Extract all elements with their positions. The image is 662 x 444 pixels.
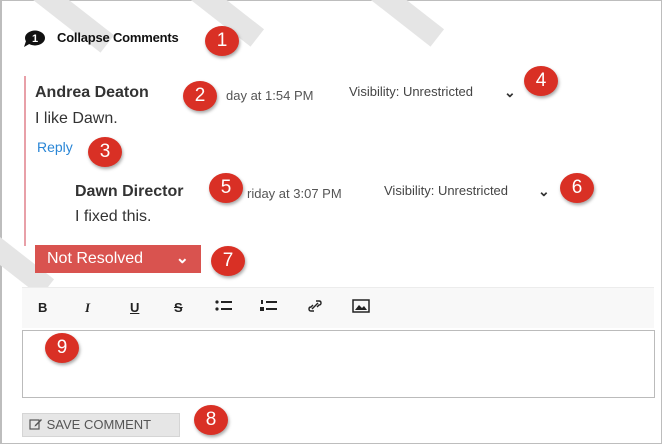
thread-line	[24, 76, 26, 246]
bulleted-list-icon[interactable]	[215, 299, 233, 316]
callout-marker: 2	[183, 81, 217, 111]
callout-marker: 3	[88, 137, 122, 167]
resolution-status-dropdown[interactable]: Not Resolved ⌄	[35, 245, 201, 273]
callout-marker: 7	[211, 246, 245, 276]
comment-author: Dawn Director	[75, 183, 184, 200]
link-icon[interactable]	[307, 298, 323, 317]
comment-timestamp: day at 1:54 PM	[226, 88, 314, 103]
image-icon[interactable]	[352, 299, 370, 316]
comment-body: I like Dawn.	[35, 110, 118, 127]
callout-marker: 6	[560, 173, 594, 203]
numbered-list-icon[interactable]	[260, 299, 278, 316]
comment-body: I fixed this.	[75, 208, 152, 225]
underline-icon[interactable]: U	[130, 300, 139, 315]
editor-toolbar: B I U S	[22, 287, 654, 328]
save-comment-label: SAVE COMMENT	[46, 417, 152, 432]
resolution-status-label: Not Resolved	[47, 250, 144, 267]
visibility-dropdown[interactable]: Visibility: Unrestricted	[384, 183, 508, 198]
italic-icon[interactable]: I	[85, 300, 90, 316]
edit-icon	[29, 419, 42, 430]
strikethrough-icon[interactable]: S	[174, 300, 183, 315]
reply-link[interactable]: Reply	[37, 139, 73, 155]
callout-marker: 8	[194, 405, 228, 435]
comment-timestamp: riday at 3:07 PM	[247, 186, 342, 201]
svg-text:1: 1	[32, 33, 38, 45]
callout-marker: 9	[45, 333, 79, 363]
callout-marker: 4	[524, 66, 558, 96]
chevron-down-icon[interactable]: ⌄	[504, 84, 516, 101]
callout-marker: 5	[209, 173, 243, 203]
collapse-comments-link[interactable]: Collapse Comments	[57, 30, 179, 45]
save-comment-button[interactable]: SAVE COMMENT	[22, 413, 180, 437]
chevron-down-icon[interactable]: ⌄	[538, 183, 550, 200]
comment-count-icon: 1	[22, 30, 46, 48]
comment-author: Andrea Deaton	[35, 84, 149, 101]
comment-editor[interactable]	[22, 330, 655, 398]
chevron-down-icon: ⌄	[175, 250, 189, 267]
visibility-dropdown[interactable]: Visibility: Unrestricted	[349, 84, 473, 99]
bold-icon[interactable]: B	[38, 300, 47, 315]
callout-marker: 1	[205, 26, 239, 56]
